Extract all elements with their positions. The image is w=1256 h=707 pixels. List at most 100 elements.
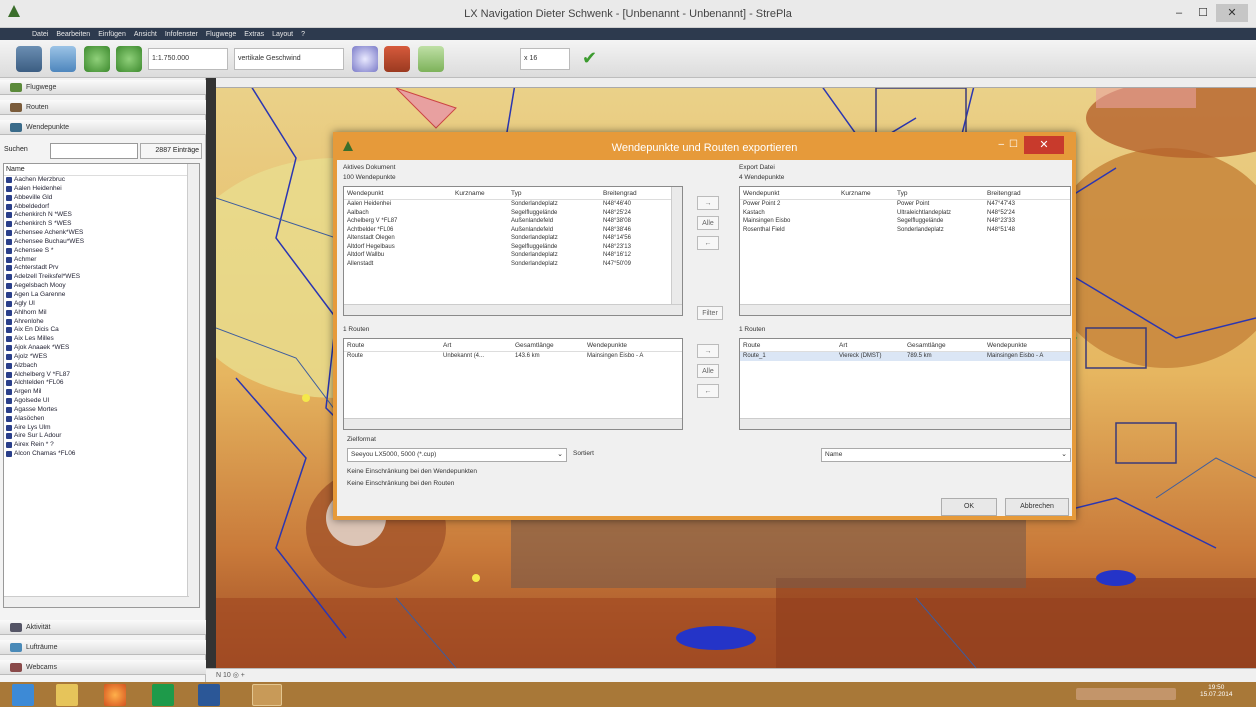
dialog-close-button[interactable]: ✕: [1024, 136, 1064, 154]
table-row[interactable]: Route_1 Viereck (DMST) 789.5 km Mainsingen …: [740, 352, 1070, 361]
list-item[interactable]: Aalen Heidenhei: [4, 185, 199, 194]
list-item[interactable]: Aix En Dicis Ca: [4, 326, 199, 335]
table-row[interactable]: Achtbelder *FL06 Außenlandefeld N48°38'46: [344, 226, 682, 235]
add-waypoint-button[interactable]: →: [697, 196, 719, 210]
list-item[interactable]: Argen Mil: [4, 388, 199, 397]
search-icon[interactable]: [352, 46, 378, 72]
list-item[interactable]: Airex Rein * ?: [4, 441, 199, 450]
table-row[interactable]: Power Point 2 Power Point N47°47'43: [740, 200, 1070, 209]
tab-wendepunkte[interactable]: Wendepunkte: [0, 120, 206, 135]
col-art[interactable]: Art: [440, 339, 512, 351]
col-typ[interactable]: Typ: [508, 187, 600, 199]
tab-flugwege[interactable]: Flugwege: [0, 80, 206, 95]
menu-item-extras[interactable]: Extras: [244, 31, 264, 38]
col-breitengrad[interactable]: Breitengrad: [984, 187, 1054, 199]
table-row[interactable]: Rosenthal Field Sonderlandeplatz N48°51'48: [740, 226, 1070, 235]
list-item[interactable]: Achmer: [4, 256, 199, 265]
table-row[interactable]: Altdorf Hegelbaus Segelfluggelände N48°23'…: [344, 243, 682, 252]
chart-icon[interactable]: [384, 46, 410, 72]
map-icon[interactable]: [16, 46, 42, 72]
system-tray[interactable]: [1076, 688, 1176, 700]
menu-item-ansicht[interactable]: Ansicht: [134, 31, 157, 38]
col-wendepunkt[interactable]: Wendepunkt: [344, 187, 452, 199]
col-wendepunkte[interactable]: Wendepunkte: [584, 339, 674, 351]
start-button[interactable]: [12, 684, 34, 706]
horizontal-scrollbar[interactable]: [4, 596, 189, 607]
list-item[interactable]: Achensee Achenk*WES: [4, 229, 199, 238]
tab-luftraeume[interactable]: Lufträume: [0, 640, 206, 655]
active-routes-table[interactable]: Route Art Gesamtlänge Wendepunkte Route U…: [343, 338, 683, 430]
word-icon[interactable]: [198, 684, 220, 706]
tab-aktivitaet[interactable]: Aktivität: [0, 620, 206, 635]
remove-waypoint-button[interactable]: ←: [697, 236, 719, 250]
list-header[interactable]: Name: [4, 164, 199, 176]
clock[interactable]: 19:50 15.07.2014: [1200, 684, 1233, 698]
dialog-maximize-button[interactable]: ☐: [1009, 139, 1018, 150]
strepla-taskbar-icon[interactable]: [252, 684, 282, 706]
list-item[interactable]: Alzbach: [4, 362, 199, 371]
col-typ[interactable]: Typ: [894, 187, 984, 199]
table-row[interactable]: Altenstadt Ölegen Sonderlandeplatz N48°14'…: [344, 234, 682, 243]
list-item[interactable]: Achenkirch N *WES: [4, 211, 199, 220]
list-item[interactable]: Agly UI: [4, 300, 199, 309]
menu-item-bearbeiten[interactable]: Bearbeiten: [56, 31, 90, 38]
zoom-in-icon[interactable]: [84, 46, 110, 72]
col-route[interactable]: Route: [740, 339, 836, 351]
col-route[interactable]: Route: [344, 339, 440, 351]
table-row[interactable]: Allenstadt Sonderlandeplatz N47°50'09: [344, 260, 682, 269]
col-breitengrad[interactable]: Breitengrad: [600, 187, 670, 199]
scale-field[interactable]: 1:1.750.000: [148, 48, 228, 70]
search-input[interactable]: [50, 143, 138, 159]
col-kurzname[interactable]: Kurzname: [838, 187, 894, 199]
tab-routen[interactable]: Routen: [0, 100, 206, 115]
close-button[interactable]: ✕: [1216, 4, 1248, 22]
table-row[interactable]: Aalbach Segelfluggelände N48°25'24: [344, 209, 682, 218]
sort-select[interactable]: Name ⌄: [821, 448, 1071, 462]
filter-button[interactable]: Filter: [697, 306, 723, 320]
file-explorer-icon[interactable]: [56, 684, 78, 706]
table-row[interactable]: Aalen Heidenhei Sonderlandeplatz N48°46'40: [344, 200, 682, 209]
menu-item-einfuegen[interactable]: Einfügen: [98, 31, 126, 38]
zoom-select[interactable]: x 16: [520, 48, 570, 70]
vertical-scrollbar[interactable]: [187, 164, 199, 607]
add-all-routes-button[interactable]: Alle: [697, 364, 719, 378]
minimize-button[interactable]: –: [1168, 4, 1190, 22]
menu-item-help[interactable]: ?: [301, 31, 305, 38]
table-row[interactable]: Mainsingen Eisbo Segelfluggelände N48°23'3…: [740, 217, 1070, 226]
list-item[interactable]: Alcon Chamas *FL06: [4, 450, 199, 459]
list-item[interactable]: Achensee S *: [4, 247, 199, 256]
table-row[interactable]: Altdorf Wallbu Sonderlandeplatz N48°16'12: [344, 251, 682, 260]
store-icon[interactable]: [152, 684, 174, 706]
cancel-button[interactable]: Abbrechen: [1005, 498, 1069, 516]
table-row[interactable]: Kastach Ultraleichtlandeplatz N48°52'24: [740, 209, 1070, 218]
list-item[interactable]: Adelzell Treiksfel*WES: [4, 273, 199, 282]
list-item[interactable]: Agen La Garenne: [4, 291, 199, 300]
menu-item-datei[interactable]: Datei: [32, 31, 48, 38]
ok-button[interactable]: OK: [941, 498, 997, 516]
add-route-button[interactable]: →: [697, 344, 719, 358]
list-item[interactable]: Agasse Mortes: [4, 406, 199, 415]
horizontal-scrollbar[interactable]: [740, 418, 1070, 429]
active-waypoints-table[interactable]: Wendepunkt Kurzname Typ Breitengrad Aale…: [343, 186, 683, 316]
col-gesamtlaenge[interactable]: Gesamtlänge: [904, 339, 984, 351]
list-item[interactable]: Alasöchen: [4, 415, 199, 424]
export-routes-table[interactable]: Route Art Gesamtlänge Wendepunkte Route_…: [739, 338, 1071, 430]
menu-item-flugwege[interactable]: Flugwege: [206, 31, 236, 38]
vertical-scrollbar[interactable]: [671, 187, 682, 304]
maximize-button[interactable]: ☐: [1192, 4, 1214, 22]
list-item[interactable]: Abbeldedorf: [4, 203, 199, 212]
col-wendepunkte[interactable]: Wendepunkte: [984, 339, 1068, 351]
table-row[interactable]: Achelberg V *FL87 Außenlandefeld N48°38'08: [344, 217, 682, 226]
speed-select[interactable]: vertikale Geschwind: [234, 48, 344, 70]
col-art[interactable]: Art: [836, 339, 904, 351]
zoom-window-icon[interactable]: [50, 46, 76, 72]
dialog-minimize-button[interactable]: –: [998, 139, 1004, 150]
col-wendepunkt[interactable]: Wendepunkt: [740, 187, 838, 199]
list-item[interactable]: Ahlhorn Mil: [4, 309, 199, 318]
list-item[interactable]: Alchtelden *FL06: [4, 379, 199, 388]
list-item[interactable]: Abbeville Gld: [4, 194, 199, 203]
table-row[interactable]: Route Unbekannt (4... 143.6 km Mainsingen E…: [344, 352, 682, 361]
target-format-select[interactable]: Seeyou LX5000, 5000 (*.cup) ⌄: [347, 448, 567, 462]
add-all-waypoints-button[interactable]: Alle: [697, 216, 719, 230]
list-item[interactable]: Aachen Merzbruc: [4, 176, 199, 185]
